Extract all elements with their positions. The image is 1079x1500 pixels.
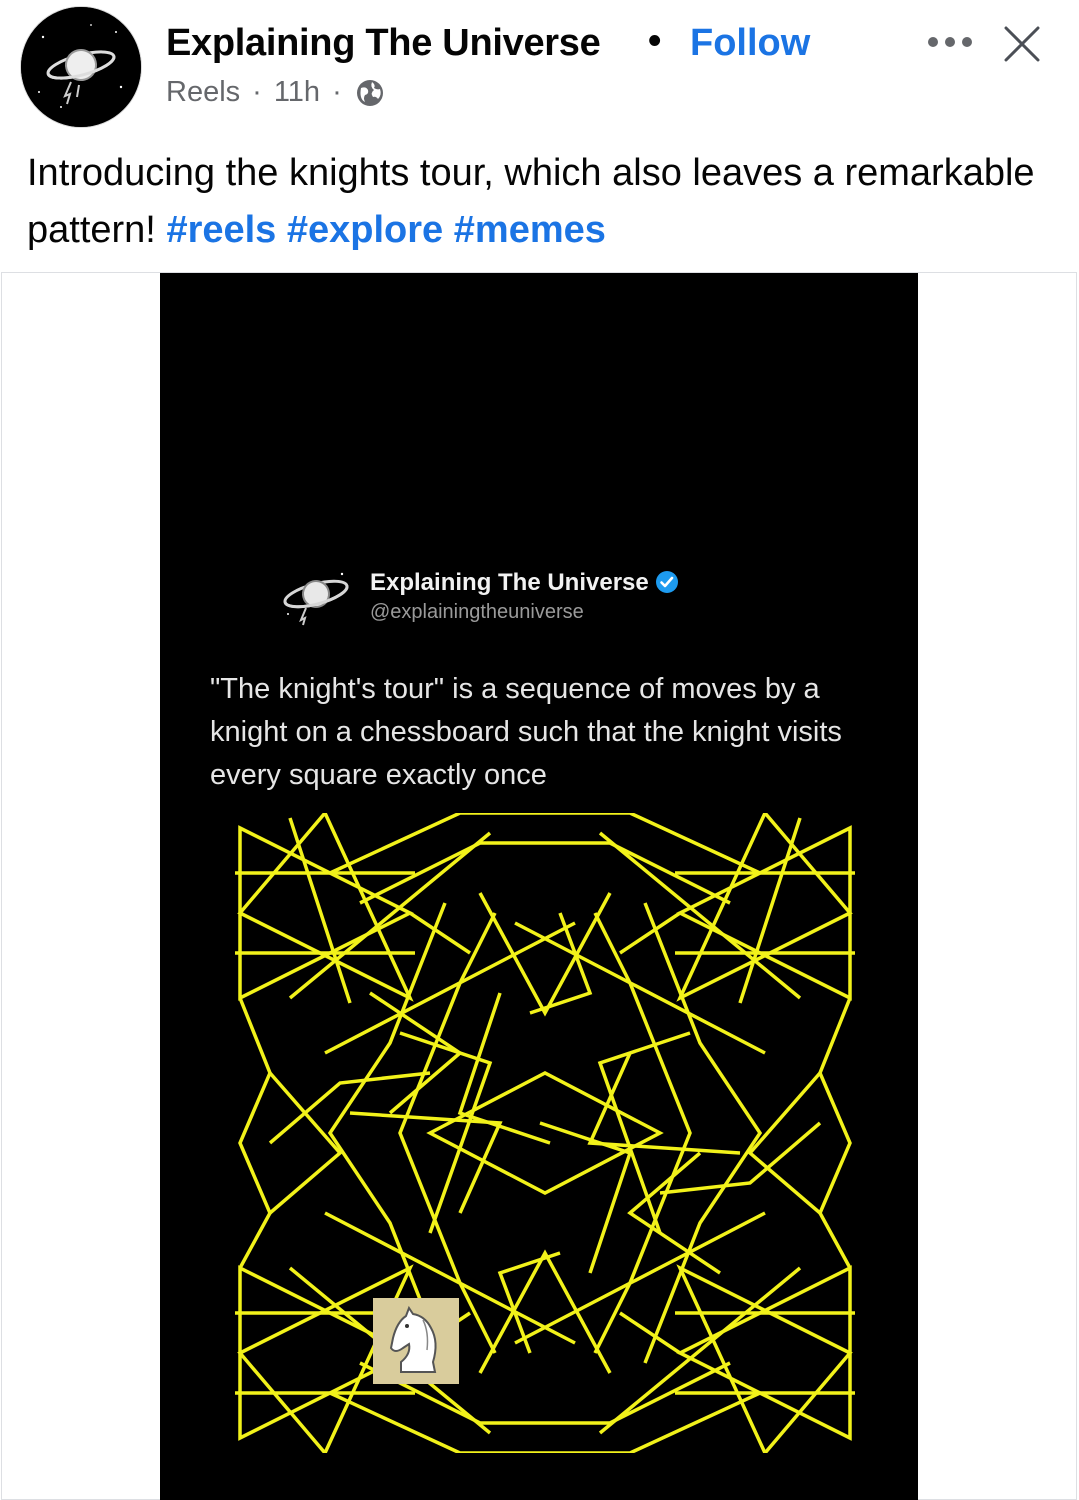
meta-dot: · xyxy=(252,76,262,108)
globe-icon[interactable] xyxy=(354,77,386,109)
page-avatar[interactable] xyxy=(20,6,142,128)
more-options-icon[interactable] xyxy=(925,22,975,62)
knights-tour-pattern xyxy=(235,813,855,1453)
meta-dot: · xyxy=(332,76,342,108)
knight-piece-square xyxy=(373,1298,459,1384)
reel-account-name-text: Explaining The Universe xyxy=(370,569,649,596)
saturn-logo-icon xyxy=(21,7,141,127)
post-time[interactable]: 11h xyxy=(274,76,320,109)
post-header: Explaining The Universe • Follow Reels ·… xyxy=(0,0,1079,135)
post-meta: Reels · 11h · xyxy=(166,76,386,109)
page-name[interactable]: Explaining The Universe xyxy=(166,22,601,65)
source-label[interactable]: Reels xyxy=(166,76,240,109)
verified-badge-icon xyxy=(655,571,678,593)
reel-account-handle: @explainingtheuniverse xyxy=(370,601,584,623)
reel-video[interactable]: Explaining The Universe @explainingtheun… xyxy=(160,273,918,1500)
knight-icon xyxy=(373,1298,459,1384)
hashtag-explore[interactable]: #explore xyxy=(287,209,443,251)
reel-account-name: Explaining The Universe xyxy=(370,569,679,597)
separator-dot: • xyxy=(648,20,662,62)
reel-body-text: "The knight's tour" is a sequence of mov… xyxy=(210,673,842,791)
hashtag-reels[interactable]: #reels xyxy=(166,209,276,251)
saturn-logo-icon xyxy=(283,572,349,626)
close-icon[interactable] xyxy=(1000,22,1044,66)
post-caption: Introducing the knights tour, which also… xyxy=(27,145,1057,259)
hashtag-memes[interactable]: #memes xyxy=(454,209,606,251)
follow-button[interactable]: Follow xyxy=(690,22,810,65)
